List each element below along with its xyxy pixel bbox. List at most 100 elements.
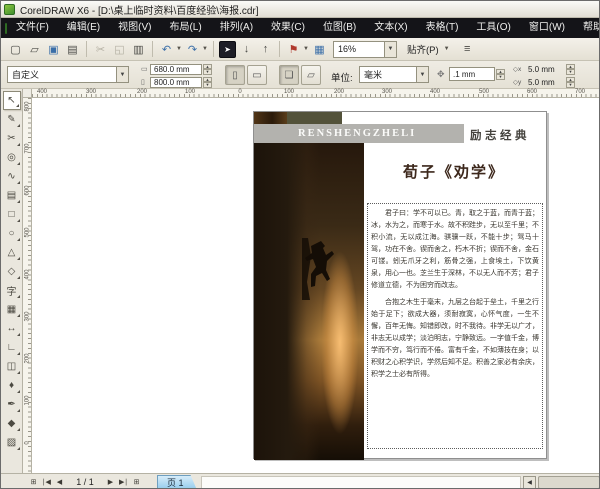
vertical-ruler[interactable]: 800 700 600 500 400 300 200 100 0 bbox=[23, 98, 32, 473]
previous-page-button[interactable]: ◀ bbox=[53, 476, 66, 489]
dropdown-arrow-icon[interactable]: ▼ bbox=[384, 41, 396, 57]
landscape-button[interactable]: ▭ bbox=[247, 65, 267, 85]
dropdown-arrow-icon[interactable]: ▼ bbox=[116, 67, 128, 82]
first-page-button[interactable]: ∣◀ bbox=[40, 476, 53, 489]
ruler-origin-box[interactable] bbox=[23, 89, 32, 98]
tool-table[interactable]: ▦ bbox=[3, 300, 21, 319]
tool-interactive-fill[interactable]: ▨ bbox=[3, 433, 21, 452]
zoom-level-combo[interactable]: 16% ▼ bbox=[333, 40, 397, 58]
drawing-canvas[interactable]: RENSHENGZHELI 励志经典 荀子《劝学》 君子曰：学不可以已。青，取之… bbox=[32, 98, 599, 473]
horizontal-ruler[interactable]: 400 300 200 100 0 100 200 300 400 500 600 700 bbox=[32, 89, 599, 98]
tool-fill[interactable]: ◆ bbox=[3, 414, 21, 433]
tool-rectangle[interactable]: □ bbox=[3, 205, 21, 224]
open-button[interactable]: ▱ bbox=[26, 41, 43, 58]
toolbar-separator bbox=[213, 41, 214, 57]
page-height-field[interactable]: 800.0 mm bbox=[150, 76, 202, 88]
units-combo[interactable]: 毫米 ▼ bbox=[359, 66, 429, 83]
tool-freehand[interactable]: ∿ bbox=[3, 167, 21, 186]
tool-polygon[interactable]: △ bbox=[3, 243, 21, 262]
menu-item-edit[interactable]: 编辑(E) bbox=[58, 18, 109, 38]
ruler-label: 500 bbox=[478, 89, 490, 95]
duplicate-y-field[interactable]: 5.0 mm bbox=[525, 77, 565, 88]
tool-basic-shapes[interactable]: ◇ bbox=[3, 262, 21, 281]
page-size-fields: ▭ 680.0 mm ▲ ▼ ▯ 800.0 mm ▲ ▼ bbox=[141, 63, 212, 89]
ruler-label: 200 bbox=[136, 89, 148, 95]
tool-ellipse[interactable]: ○ bbox=[3, 224, 21, 243]
poster-title-band[interactable]: RENSHENGZHELI bbox=[254, 124, 464, 143]
add-page-button[interactable]: ⊞ bbox=[27, 476, 40, 489]
page-width-field[interactable]: 680.0 mm bbox=[150, 63, 202, 75]
all-pages-button[interactable]: ❏ bbox=[279, 65, 299, 85]
menu-item-arrange[interactable]: 排列(A) bbox=[211, 18, 262, 38]
tool-pick[interactable]: ↖ bbox=[2, 91, 21, 110]
menu-item-text[interactable]: 文本(X) bbox=[365, 18, 416, 38]
last-page-button[interactable]: ▶∣ bbox=[117, 476, 130, 489]
tool-blend[interactable]: ◫ bbox=[3, 357, 21, 376]
tool-shape[interactable]: ✎ bbox=[3, 110, 21, 129]
spinner-down[interactable]: ▼ bbox=[566, 69, 575, 75]
menu-item-help[interactable]: 帮助(H) bbox=[574, 18, 599, 38]
menu-item-tools[interactable]: 工具(O) bbox=[467, 18, 519, 38]
page-width-icon: ▭ bbox=[141, 66, 148, 73]
welcome-dropdown-arrow[interactable]: ▼ bbox=[303, 46, 310, 52]
tool-connector[interactable]: ∟ bbox=[3, 338, 21, 357]
snap-to-dropdown[interactable]: 贴齐(P) ▼ bbox=[407, 42, 451, 56]
paste-button[interactable]: ▥ bbox=[130, 41, 147, 58]
undo-dropdown-arrow[interactable]: ▼ bbox=[176, 46, 183, 52]
next-page-button[interactable]: ▶ bbox=[104, 476, 117, 489]
spinner-down[interactable]: ▼ bbox=[203, 82, 212, 88]
menu-item-effects[interactable]: 效果(C) bbox=[262, 18, 314, 38]
poster-title[interactable]: 荀子《劝学》 bbox=[364, 161, 544, 182]
poster-top-rock-strip[interactable] bbox=[254, 112, 287, 124]
page-tab-1[interactable]: 页 1 bbox=[157, 475, 197, 489]
snap-to-label: 贴齐(P) bbox=[407, 45, 439, 56]
export-button[interactable]: ↑ bbox=[257, 41, 274, 58]
poster-tagline[interactable]: 励志经典 bbox=[470, 127, 530, 143]
menu-item-table[interactable]: 表格(T) bbox=[417, 18, 468, 38]
tool-text[interactable]: 字 bbox=[3, 281, 21, 300]
document-page[interactable]: RENSHENGZHELI 励志经典 荀子《劝学》 君子曰：学不可以已。青，取之… bbox=[253, 111, 547, 460]
tool-eyedropper[interactable]: ♦ bbox=[3, 376, 21, 395]
poster-text-frame[interactable]: 君子曰：学不可以已。青，取之于蓝，而青于蓝；冰，水为之，而寒于水。故不积跬步，无… bbox=[367, 203, 543, 449]
current-page-button[interactable]: ▱ bbox=[301, 65, 321, 85]
horizontal-scrollbar-thumb[interactable] bbox=[538, 475, 599, 488]
options-button[interactable]: ≡ bbox=[459, 41, 476, 58]
menu-item-window[interactable]: 窗口(W) bbox=[520, 18, 574, 38]
menu-item-file[interactable]: 文件(F) bbox=[7, 18, 58, 38]
application-launcher-icon[interactable]: ➤ bbox=[219, 40, 236, 58]
page-preset-combo[interactable]: 自定义 ▼ bbox=[7, 66, 129, 83]
redo-dropdown-arrow[interactable]: ▼ bbox=[202, 46, 209, 52]
redo-button[interactable]: ↷ bbox=[184, 41, 201, 58]
dropdown-arrow-icon[interactable]: ▼ bbox=[416, 67, 428, 82]
spinner-down[interactable]: ▼ bbox=[496, 74, 505, 80]
portrait-button[interactable]: ▯ bbox=[225, 65, 245, 85]
menu-item-view[interactable]: 视图(V) bbox=[109, 18, 160, 38]
tool-smart-fill[interactable]: ▤ bbox=[3, 186, 21, 205]
crop-tool-icon: ✂ bbox=[7, 133, 16, 144]
import-button[interactable]: ↓ bbox=[238, 41, 255, 58]
duplicate-x-field[interactable]: 5.0 mm bbox=[525, 64, 565, 75]
tool-outline-pen[interactable]: ✒ bbox=[3, 395, 21, 414]
undo-button[interactable]: ↶ bbox=[158, 41, 175, 58]
nudge-offset-field[interactable]: .1 mm bbox=[449, 67, 495, 81]
spinner-down[interactable]: ▼ bbox=[203, 69, 212, 75]
zoom-level-value: 16% bbox=[338, 44, 357, 54]
tool-zoom[interactable]: ◎ bbox=[3, 148, 21, 167]
add-page-button[interactable]: ⊞ bbox=[130, 476, 143, 489]
scroll-left-button[interactable]: ◀ bbox=[523, 475, 536, 488]
view-switch-button[interactable]: ▦ bbox=[311, 41, 328, 58]
save-button[interactable]: ▣ bbox=[45, 41, 62, 58]
new-document-button[interactable]: ▢ bbox=[7, 41, 24, 58]
snap-dropdown-arrow[interactable]: ▼ bbox=[444, 46, 451, 52]
spinner-down[interactable]: ▼ bbox=[566, 82, 575, 88]
poster-paragraph: 君子曰：学不可以已。青，取之于蓝，而青于蓝；冰，水为之，而寒于水。故不积跬步，无… bbox=[371, 210, 539, 289]
climber-photo[interactable] bbox=[254, 143, 364, 460]
tool-crop[interactable]: ✂ bbox=[3, 129, 21, 148]
print-button[interactable]: ▤ bbox=[64, 41, 81, 58]
menu-item-layout[interactable]: 布局(L) bbox=[160, 18, 210, 38]
menu-item-bitmaps[interactable]: 位图(B) bbox=[314, 18, 365, 38]
welcome-screen-button[interactable]: ⚑ bbox=[285, 41, 302, 58]
poster-top-olive-strip[interactable] bbox=[287, 112, 342, 124]
text-tool-icon: 字 bbox=[6, 287, 17, 298]
tool-dimension[interactable]: ↔ bbox=[3, 319, 21, 338]
